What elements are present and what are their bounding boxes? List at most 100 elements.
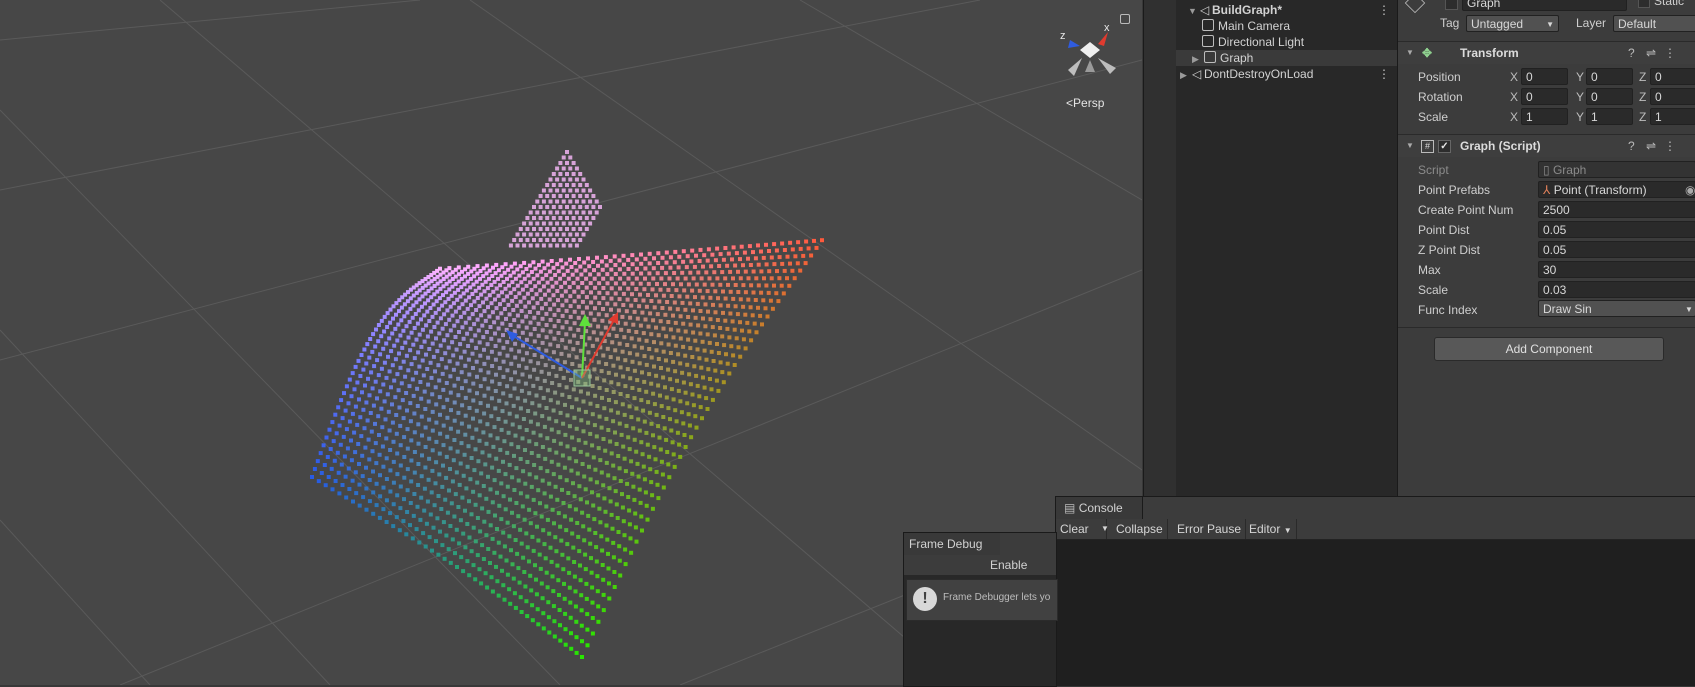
graph-point — [715, 276, 720, 281]
graph-point — [756, 305, 760, 310]
foldout-arrow-icon[interactable]: ▼ — [1406, 135, 1414, 157]
func-index-label: Func Index — [1418, 303, 1478, 317]
more-options-icon[interactable]: ⋮ — [1378, 2, 1390, 18]
projection-toggle[interactable]: <Persp — [1066, 96, 1104, 110]
scale-y-field[interactable]: 1 — [1586, 108, 1633, 125]
enable-button[interactable]: Enable — [990, 555, 1027, 575]
foldout-arrow-icon[interactable]: ▼ — [1406, 42, 1414, 64]
graph-point — [548, 221, 553, 226]
lock-icon[interactable] — [1120, 14, 1130, 24]
graph-point — [555, 232, 560, 237]
active-checkbox[interactable] — [1445, 0, 1458, 10]
point-prefabs-field[interactable]: ⅄ Point (Transform) ◉ — [1538, 181, 1695, 198]
graph-point — [388, 448, 393, 452]
graph-script-header[interactable]: ▼ # ✓ Graph (Script) ? ⇌ ⋮ — [1398, 134, 1695, 157]
clear-options-dropdown[interactable]: ▼ — [1098, 519, 1112, 539]
object-name-field[interactable]: Graph — [1462, 0, 1627, 11]
presets-icon[interactable]: ⇌ — [1646, 42, 1656, 64]
position-z-field[interactable]: 0 — [1650, 68, 1695, 85]
graph-point — [535, 422, 540, 427]
graph-point — [495, 490, 499, 495]
tab-frame-debug[interactable]: Frame Debug — [904, 533, 1000, 555]
point-dist-field[interactable]: 0.05 — [1538, 221, 1695, 238]
hierarchy-item-directional-light[interactable]: Directional Light — [1176, 34, 1398, 50]
graph-point — [423, 465, 428, 470]
tag-dropdown[interactable]: Untagged ▼ — [1466, 15, 1559, 32]
enabled-checkbox[interactable]: ✓ — [1438, 140, 1451, 153]
graph-point — [527, 263, 532, 268]
graph-point — [422, 339, 427, 344]
graph-point — [513, 370, 517, 375]
graph-point — [448, 426, 453, 431]
add-component-button[interactable]: Add Component — [1434, 337, 1664, 361]
graph-point — [518, 457, 523, 461]
graph-point — [394, 413, 399, 417]
collapse-button[interactable]: Collapse — [1112, 519, 1168, 539]
graph-point — [751, 250, 755, 255]
more-options-icon[interactable]: ⋮ — [1378, 66, 1390, 82]
graph-point — [576, 285, 581, 290]
expand-arrow-icon[interactable]: ▶ — [1192, 51, 1204, 67]
graph-point — [606, 428, 611, 432]
func-index-dropdown[interactable]: Draw Sin ▼ — [1538, 300, 1695, 317]
z-point-dist-field[interactable]: 0.05 — [1538, 241, 1695, 258]
rotation-x-field[interactable]: 0 — [1521, 88, 1568, 105]
graph-point — [430, 314, 435, 319]
graph-point — [378, 473, 382, 478]
rotation-z-field[interactable]: 0 — [1650, 88, 1695, 105]
graph-point — [576, 315, 581, 320]
max-field[interactable]: 30 — [1538, 261, 1695, 278]
hierarchy-item-buildgraph[interactable]: ▼ ◁ BuildGraph* ⋮ — [1176, 2, 1398, 18]
help-icon[interactable]: ? — [1628, 42, 1635, 64]
graph-point — [473, 447, 478, 452]
graph-point — [593, 393, 598, 398]
more-options-icon[interactable]: ⋮ — [1664, 135, 1676, 157]
expand-arrow-icon[interactable]: ▼ — [1188, 3, 1200, 19]
graph-point — [664, 395, 669, 400]
graph-point — [621, 519, 626, 524]
layer-dropdown[interactable]: Default — [1613, 15, 1695, 32]
create-point-num-field[interactable]: 2500 — [1538, 201, 1695, 218]
graph-point — [406, 335, 411, 340]
orientation-gizmo[interactable] — [1068, 32, 1116, 76]
graph-point — [581, 524, 586, 529]
error-pause-button[interactable]: Error Pause — [1173, 519, 1247, 539]
expand-arrow-icon[interactable]: ▶ — [1180, 67, 1192, 83]
more-options-icon[interactable]: ⋮ — [1664, 42, 1676, 64]
position-y-field[interactable]: 0 — [1586, 68, 1633, 85]
graph-point — [346, 401, 351, 406]
console-log-area[interactable] — [1056, 540, 1695, 686]
hierarchy-item-main-camera[interactable]: Main Camera — [1176, 18, 1398, 34]
graph-point — [705, 332, 710, 337]
object-picker-icon[interactable]: ◉ — [1685, 182, 1695, 197]
scale-x-field[interactable]: 1 — [1521, 108, 1568, 125]
graph-point — [374, 327, 378, 332]
graph-point — [555, 221, 560, 226]
graph-point — [432, 325, 437, 329]
scale-z-field[interactable]: 1 — [1650, 108, 1695, 125]
graph-point — [486, 474, 490, 479]
tag-label: Tag — [1440, 16, 1460, 30]
graph-point — [712, 270, 717, 275]
graph-point — [723, 296, 728, 301]
graph-point — [442, 338, 447, 343]
help-icon[interactable]: ? — [1628, 135, 1635, 157]
graph-point — [596, 272, 601, 277]
editor-dropdown[interactable]: Editor ▼ — [1245, 519, 1297, 539]
static-checkbox[interactable] — [1638, 0, 1650, 8]
graph-point — [501, 530, 506, 535]
presets-icon[interactable]: ⇌ — [1646, 135, 1656, 157]
hierarchy-item-graph[interactable]: ▶ Graph — [1176, 50, 1398, 66]
axis-x-label: X — [1510, 90, 1519, 104]
graph-point — [501, 494, 506, 499]
graph-point — [512, 238, 517, 242]
tab-console[interactable]: ▤ Console — [1056, 497, 1143, 519]
position-x-field[interactable]: 0 — [1521, 68, 1568, 85]
transform-header[interactable]: ▼ ✥ Transform ? ⇌ ⋮ — [1398, 41, 1695, 64]
scale-field[interactable]: 0.03 — [1538, 281, 1695, 298]
rotation-y-field[interactable]: 0 — [1586, 88, 1633, 105]
graph-point — [657, 299, 662, 304]
hierarchy-item-dontdestroyonload[interactable]: ▶ ◁ DontDestroyOnLoad ⋮ — [1176, 66, 1398, 82]
graph-point — [690, 288, 695, 293]
graph-point — [632, 344, 637, 349]
